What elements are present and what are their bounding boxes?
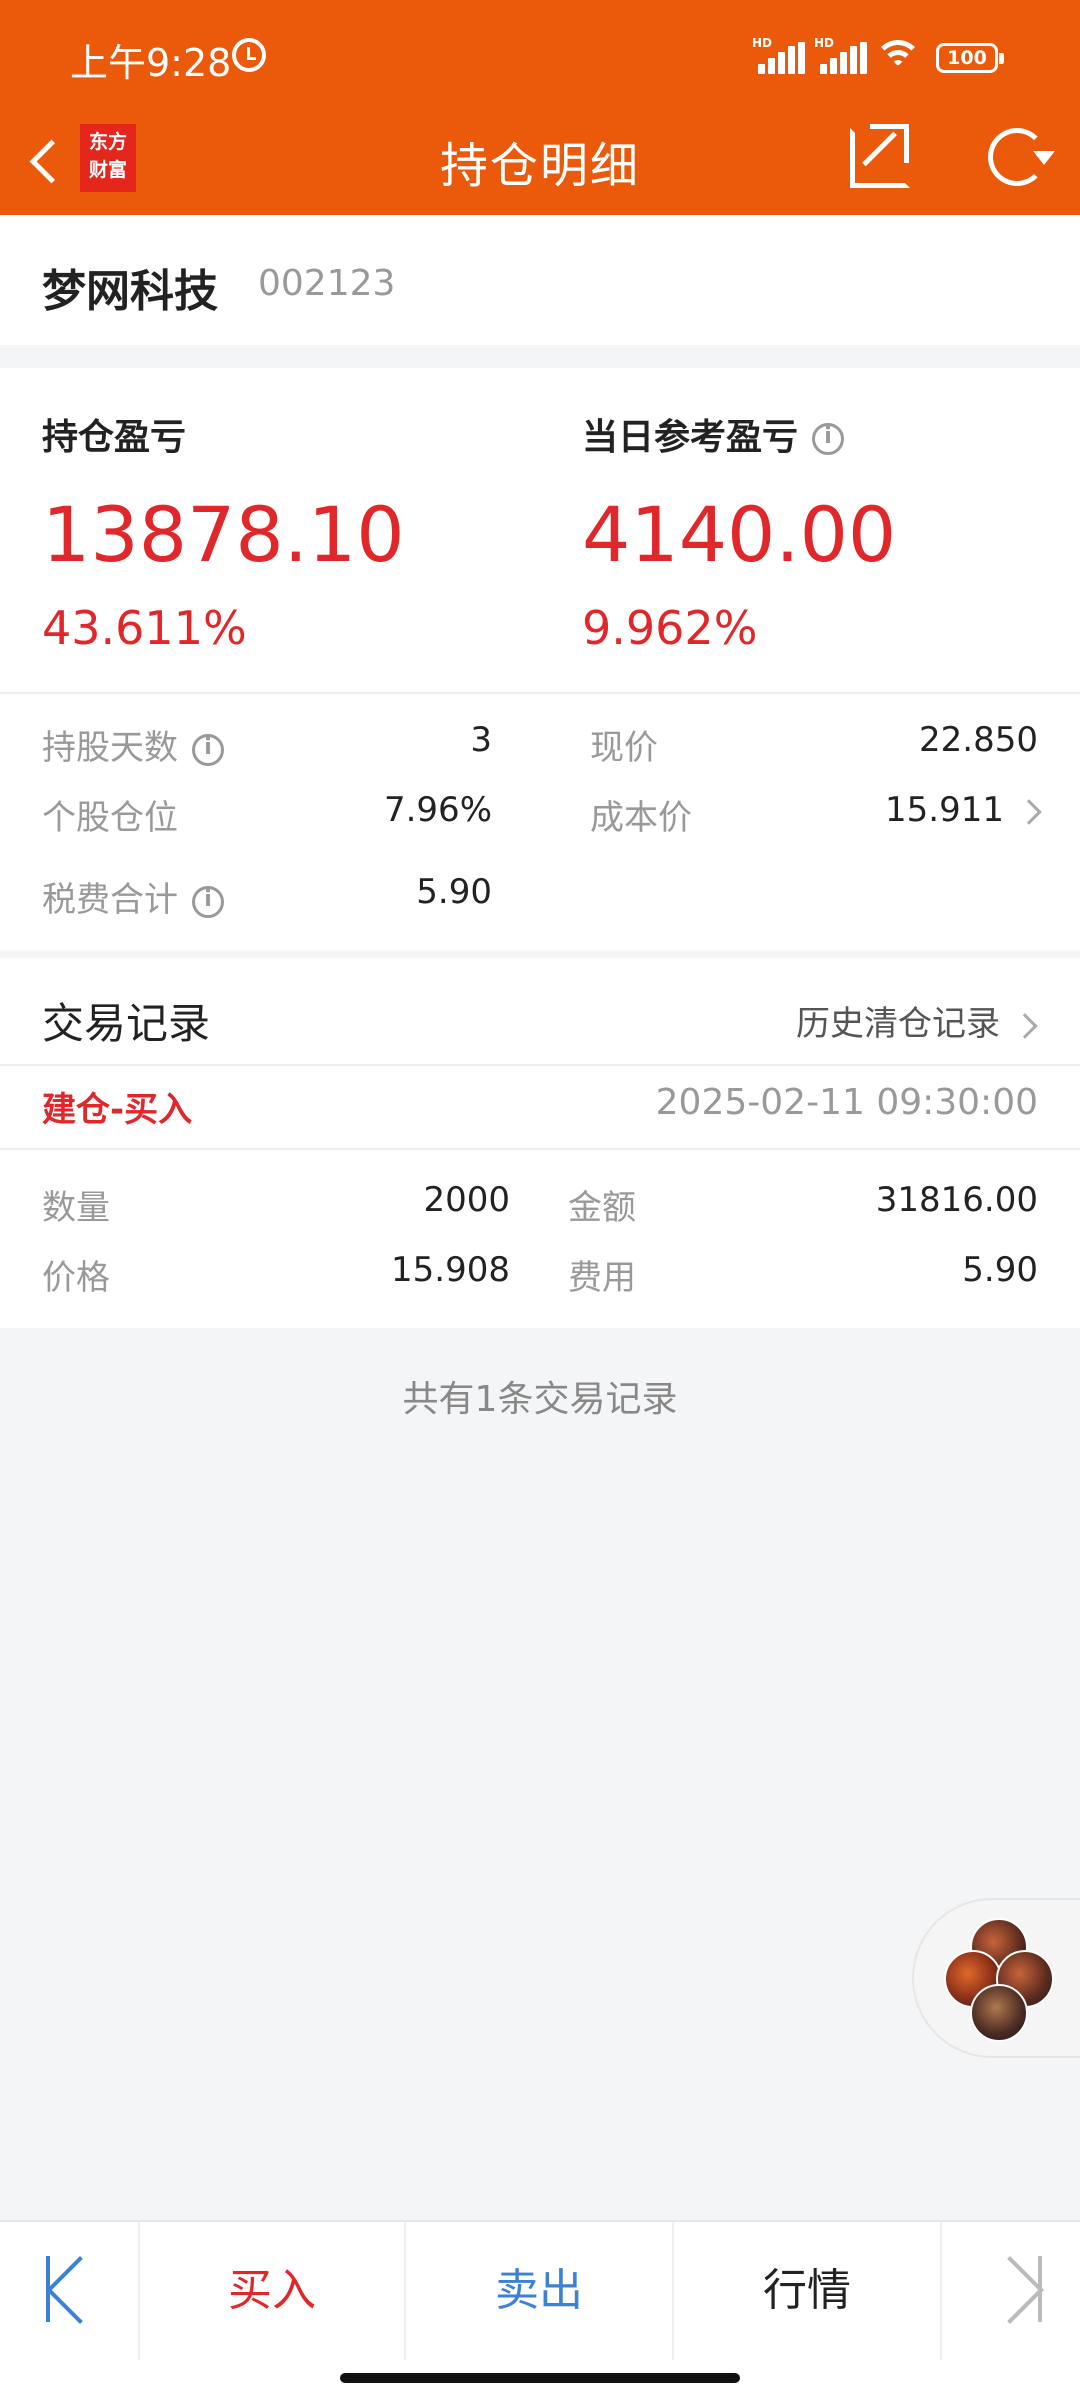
nav-bar: 东方 财富 持仓明细 [0,110,1080,215]
info-icon[interactable] [812,423,845,455]
history-link[interactable]: 历史清仓记录 [796,996,1038,1045]
cost-price-value: 15.911 [885,790,1004,830]
trade-type: 建仓-买入 [42,1090,193,1130]
tax-fee-row: 税费合计 5.90 [42,872,492,921]
cost-price-label: 成本价 [590,798,692,838]
position-pnl-label: 持仓盈亏 [42,417,187,458]
trade-time: 2025-02-11 09:30:00 [655,1082,1038,1123]
holding-days-row: 持股天数 3 [42,720,492,769]
position-pnl-value: 13878.10 [42,490,405,579]
stock-name: 梦网科技 [42,266,218,317]
battery-icon: 100 [936,43,1004,73]
position-pnl-pct: 43.611% [42,601,247,655]
refresh-icon[interactable] [988,128,1055,186]
first-record-button[interactable] [0,2222,140,2360]
trade-qty-value: 2000 [423,1180,510,1220]
skip-first-icon [46,2256,96,2326]
pnl-card: 持仓盈亏 13878.10 43.611% 当日参考盈亏 4140.00 9.9… [0,368,1080,950]
info-icon[interactable] [192,885,224,918]
position-pnl: 持仓盈亏 13878.10 43.611% [42,408,405,655]
trade-count-summary: 共有1条交易记录 [402,1379,678,1420]
trade-amount-value: 31816.00 [875,1180,1038,1220]
sell-button[interactable]: 卖出 [406,2222,674,2360]
current-price-value: 22.850 [919,720,1038,760]
last-record-button[interactable] [942,2222,1080,2360]
position-weight-label: 个股仓位 [42,798,178,838]
skip-last-icon [992,2256,1042,2326]
holding-days-value: 3 [470,720,492,760]
divider [0,1148,1080,1150]
divider [0,1064,1080,1066]
tax-fee-value: 5.90 [416,872,492,912]
status-bar: 上午9:28 HD HD 100 [0,0,1080,110]
trade-fee-value: 5.90 [962,1250,1038,1290]
position-weight-value: 7.96% [383,790,492,830]
trade-amount-label: 金额 [568,1188,636,1228]
daily-pnl-value: 4140.00 [582,490,897,579]
trade-records-card: 交易记录 历史清仓记录 建仓-买入 2025-02-11 09:30:00 数量… [0,958,1080,1328]
alarm-icon [232,38,266,72]
trade-fee-row: 费用 5.90 [568,1250,1038,1299]
stock-header: 梦网科技 002123 [0,215,1080,345]
daily-pnl: 当日参考盈亏 4140.00 9.962% [582,408,896,655]
wifi-icon [874,40,922,76]
status-time: 上午9:28 [70,41,232,85]
history-link-label: 历史清仓记录 [796,1004,1000,1044]
quote-button[interactable]: 行情 [674,2222,942,2360]
trade-qty-row: 数量 2000 [42,1180,510,1229]
share-icon[interactable] [848,122,910,188]
holding-days-label: 持股天数 [42,728,178,768]
tax-fee-label: 税费合计 [42,880,178,920]
trade-records-title: 交易记录 [42,999,211,1048]
floating-avatar-button[interactable] [912,1898,1080,2058]
divider [0,692,1080,694]
trade-price-label: 价格 [42,1258,110,1298]
chevron-right-icon [1016,799,1042,825]
avatar [970,1984,1028,2042]
trade-fee-label: 费用 [568,1258,636,1298]
current-price-label: 现价 [590,728,658,768]
stock-code: 002123 [258,263,396,304]
trade-amount-row: 金额 31816.00 [568,1180,1038,1229]
daily-pnl-label: 当日参考盈亏 [582,417,799,458]
chevron-right-icon [1012,1013,1038,1039]
current-price-row: 现价 22.850 [590,720,1038,769]
trade-qty-label: 数量 [42,1188,110,1228]
page-title: 持仓明细 [439,138,640,194]
signal-icon: HD [752,36,806,74]
trade-price-value: 15.908 [391,1250,510,1290]
signal-icon: HD [814,36,868,74]
daily-pnl-pct: 9.962% [582,601,758,655]
trade-price-row: 价格 15.908 [42,1250,510,1299]
cost-price-row[interactable]: 成本价 15.911 [590,790,1042,839]
home-indicator[interactable] [340,2373,740,2383]
info-icon[interactable] [192,733,224,766]
position-weight-row: 个股仓位 7.96% [42,790,492,839]
top-header: 上午9:28 HD HD 100 东方 财富 持仓明细 [0,0,1080,215]
buy-button[interactable]: 买入 [140,2222,406,2360]
